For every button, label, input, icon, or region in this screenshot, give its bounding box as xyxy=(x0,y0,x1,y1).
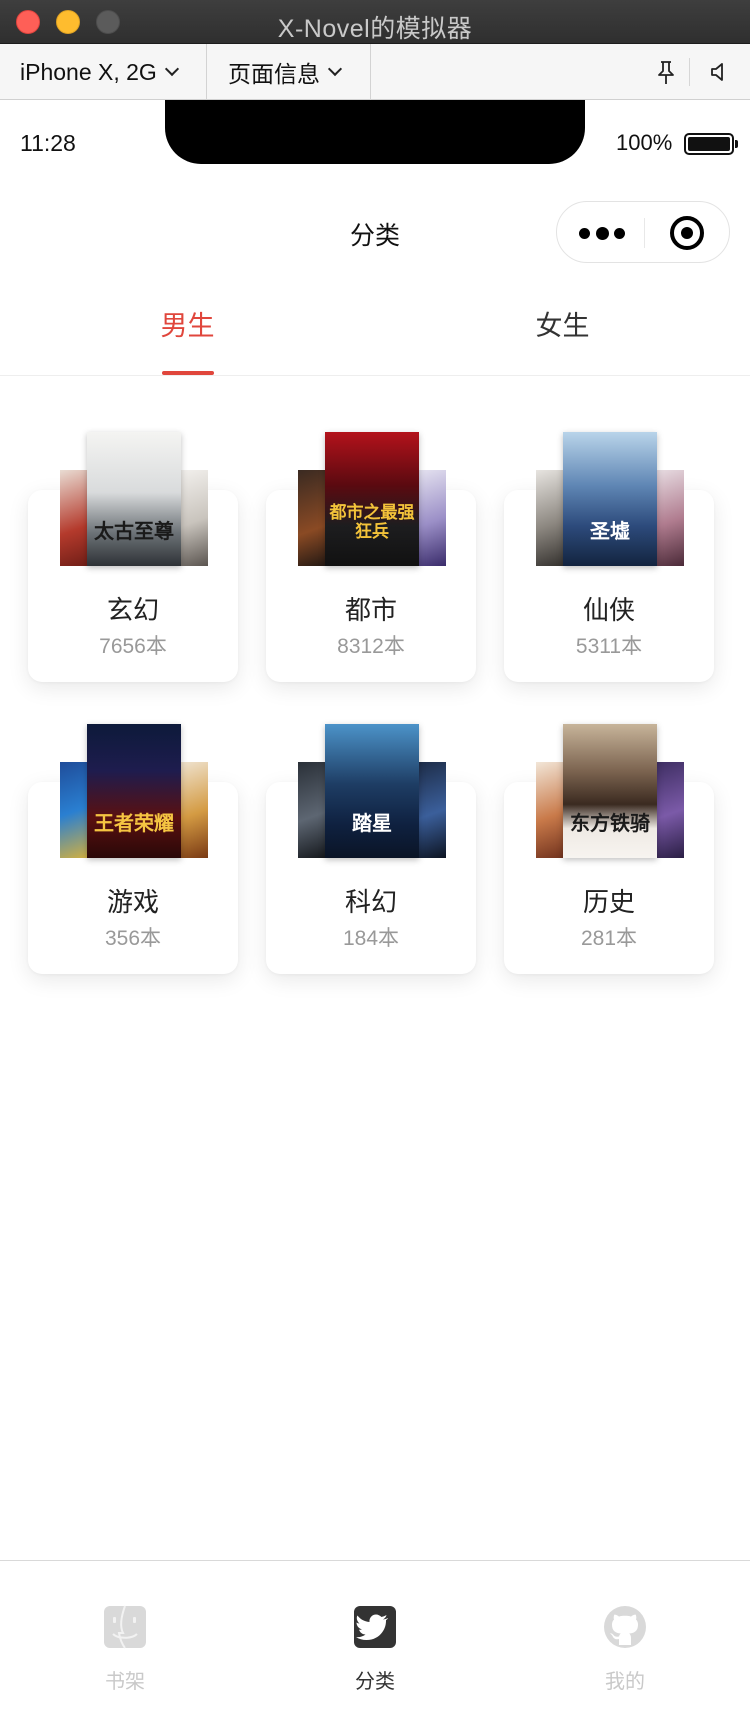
toolbar-divider xyxy=(689,58,690,86)
simulator-toolbar: iPhone X, 2G 页面信息 xyxy=(0,44,750,100)
cover-stack: 太古至尊 xyxy=(60,432,208,566)
pin-icon[interactable] xyxy=(652,58,680,86)
book-cover: 太古至尊 xyxy=(87,432,181,566)
more-menu-icon[interactable] xyxy=(579,227,625,240)
tabbar-item-mine[interactable]: 我的 xyxy=(500,1561,750,1722)
tab-label: 男生 xyxy=(160,311,215,341)
category-count: 7656本 xyxy=(99,635,167,658)
speaker-icon[interactable] xyxy=(704,58,732,86)
finder-icon xyxy=(104,1605,146,1649)
window-title: X-Novel的模拟器 xyxy=(277,15,473,43)
toolbar-divider xyxy=(206,44,207,100)
status-bar: 11:28 100% xyxy=(0,100,750,180)
category-name: 历史 xyxy=(582,887,635,917)
page-info-selector[interactable]: 页面信息 xyxy=(228,44,343,100)
cover-title: 东方铁骑 xyxy=(570,811,650,835)
tabbar-item-bookshelf[interactable]: 书架 xyxy=(0,1561,250,1722)
cover-stack: 踏星 xyxy=(298,724,446,858)
notch xyxy=(165,100,585,164)
cover-stack: 圣墟 xyxy=(536,432,684,566)
cover-title: 圣墟 xyxy=(590,519,630,543)
close-mini-program-icon[interactable] xyxy=(670,216,704,250)
chevron-down-icon xyxy=(327,61,343,77)
window-title-bar: X-Novel的模拟器 xyxy=(0,0,750,44)
category-count: 5311本 xyxy=(575,635,643,658)
tab-female[interactable]: 女生 xyxy=(375,284,750,376)
tabbar-label: 分类 xyxy=(355,1671,395,1693)
bottom-tab-bar: 书架 分类 我的 xyxy=(0,1560,750,1722)
nav-bar: 分类 xyxy=(0,180,750,284)
category-name: 科幻 xyxy=(344,887,397,917)
category-count: 356本 xyxy=(104,927,162,950)
cover-stack: 都市之最强狂兵 xyxy=(298,432,446,566)
toolbar-divider xyxy=(370,44,371,100)
status-time: 11:28 xyxy=(20,130,76,156)
capsule-divider xyxy=(644,218,645,248)
tabbar-item-category[interactable]: 分类 xyxy=(250,1561,500,1722)
book-cover: 都市之最强狂兵 xyxy=(325,432,419,566)
category-name: 游戏 xyxy=(106,887,159,917)
cover-title: 都市之最强狂兵 xyxy=(329,503,415,542)
category-name: 都市 xyxy=(344,595,397,625)
device-selector[interactable]: iPhone X, 2G xyxy=(20,44,179,100)
chevron-down-icon xyxy=(164,61,179,77)
cover-stack: 王者荣耀 xyxy=(60,724,208,858)
device-label: iPhone X, 2G xyxy=(20,58,157,85)
tab-male[interactable]: 男生 xyxy=(0,284,375,376)
book-cover: 东方铁骑 xyxy=(563,724,657,858)
book-cover: 踏星 xyxy=(325,724,419,858)
page-info-label: 页面信息 xyxy=(228,61,320,87)
twitter-icon xyxy=(354,1606,396,1648)
gender-tabs: 男生 女生 xyxy=(0,284,750,376)
cover-title: 太古至尊 xyxy=(94,519,174,543)
category-name: 仙侠 xyxy=(582,595,635,625)
book-cover: 圣墟 xyxy=(563,432,657,566)
category-count: 184本 xyxy=(342,927,400,950)
category-count: 8312本 xyxy=(337,635,405,658)
cover-stack: 东方铁骑 xyxy=(536,724,684,858)
book-cover: 王者荣耀 xyxy=(87,724,181,858)
battery-icon xyxy=(684,133,738,155)
tabbar-label: 我的 xyxy=(605,1671,645,1693)
active-tab-indicator xyxy=(162,371,214,375)
tabbar-label: 书架 xyxy=(105,1671,145,1693)
cover-title: 踏星 xyxy=(352,811,392,835)
battery-percentage: 100% xyxy=(616,130,673,155)
cover-title: 王者荣耀 xyxy=(94,811,174,835)
category-name: 玄幻 xyxy=(106,595,159,625)
category-count: 281本 xyxy=(580,927,638,950)
mini-program-capsule xyxy=(556,201,730,263)
tab-label: 女生 xyxy=(535,311,590,341)
github-icon xyxy=(604,1606,646,1648)
